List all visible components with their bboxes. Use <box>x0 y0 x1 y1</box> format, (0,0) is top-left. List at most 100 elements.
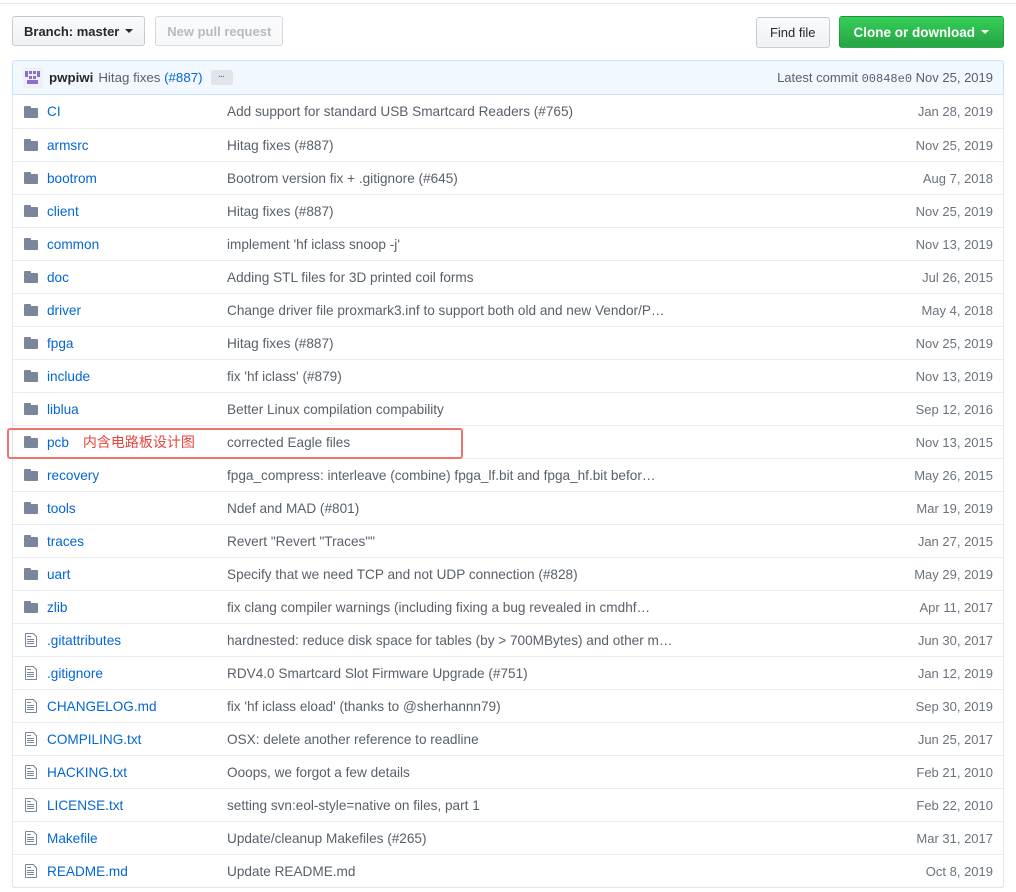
commit-message-cell[interactable]: Better Linux compilation compability <box>227 402 853 417</box>
file-name-link[interactable]: include <box>47 369 90 384</box>
commit-message-cell[interactable]: implement 'hf iclass snoop -j' <box>227 237 853 252</box>
find-file-label: Find file <box>769 24 816 40</box>
commit-message-cell[interactable]: Revert "Revert "Traces"" <box>227 534 853 549</box>
commit-date-cell: Nov 25, 2019 <box>915 335 993 351</box>
commit-message-cell[interactable]: fix 'hf iclass eload' (thanks to @sherha… <box>227 699 853 714</box>
file-name-cell: tools <box>47 501 227 516</box>
file-name-cell: .gitattributes <box>47 633 227 648</box>
commit-sha[interactable]: 00848e0 <box>862 72 912 86</box>
folder-icon <box>23 467 47 483</box>
commit-message-pr-link[interactable]: (#887) <box>164 70 202 85</box>
folder-icon <box>23 368 47 384</box>
file-name-link[interactable]: tools <box>47 501 76 516</box>
file-name-link[interactable]: driver <box>47 303 81 318</box>
file-name-cell: client <box>47 204 227 219</box>
latest-commit-label: Latest commit <box>777 69 858 85</box>
commit-message-cell[interactable]: setting svn:eol-style=native on files, p… <box>227 798 853 813</box>
commit-date-cell: May 29, 2019 <box>914 566 993 582</box>
table-row: CI Add support for standard USB Smartcard… <box>13 95 1003 128</box>
file-name-link[interactable]: client <box>47 204 79 219</box>
find-file-button[interactable]: Find file <box>755 16 830 48</box>
commit-date-cell: Nov 25, 2019 <box>915 203 993 219</box>
table-row: tools Ndef and MAD (#801) Mar 19, 2019 <box>13 491 1003 524</box>
file-name-link[interactable]: common <box>47 237 99 252</box>
commit-meta: Latest commit 00848e0 Nov 25, 2019 <box>777 70 993 86</box>
commit-message-cell[interactable]: fix 'hf iclass' (#879) <box>227 369 853 384</box>
file-name-link[interactable]: LICENSE.txt <box>47 798 123 813</box>
commit-author[interactable]: pwpiwi <box>49 70 93 85</box>
file-name-link[interactable]: HACKING.txt <box>47 765 127 780</box>
commit-message-cell[interactable]: RDV4.0 Smartcard Slot Firmware Upgrade (… <box>227 666 853 681</box>
branch-selector-button[interactable]: Branch: master <box>12 16 146 46</box>
file-name-link[interactable]: bootrom <box>47 171 97 186</box>
commit-date-cell: Nov 13, 2019 <box>915 236 993 252</box>
commit-message-cell[interactable]: OSX: delete another reference to readlin… <box>227 732 853 747</box>
commit-message-cell[interactable]: Ndef and MAD (#801) <box>227 501 853 516</box>
file-name-link[interactable]: armsrc <box>47 138 89 153</box>
file-icon <box>23 764 47 780</box>
commit-message-cell[interactable]: Update README.md <box>227 864 853 879</box>
file-name-link[interactable]: CHANGELOG.md <box>47 699 157 714</box>
file-name-link[interactable]: .gitattributes <box>47 633 121 648</box>
file-name-link[interactable]: fpga <box>47 336 73 351</box>
commit-date-cell: Jun 30, 2017 <box>917 632 993 648</box>
toolbar-right-group: Find file Clone or download <box>755 16 1004 48</box>
commit-date-cell: Jun 25, 2017 <box>917 731 993 747</box>
file-name-cell: zlib <box>47 600 227 615</box>
table-row: liblua Better Linux compilation compabili… <box>13 392 1003 425</box>
file-name-link[interactable]: liblua <box>47 402 79 417</box>
file-name-link[interactable]: doc <box>47 270 69 285</box>
avatar[interactable] <box>23 67 43 88</box>
folder-icon <box>23 500 47 516</box>
file-name-link[interactable]: README.md <box>47 864 128 879</box>
new-pull-request-button[interactable]: New pull request <box>155 16 284 46</box>
commit-message-cell[interactable]: Hitag fixes (#887) <box>227 138 853 153</box>
commit-message-cell[interactable]: Ooops, we forgot a few details <box>227 765 853 780</box>
table-row: common implement 'hf iclass snoop -j' Nov … <box>13 227 1003 260</box>
clone-or-download-button[interactable]: Clone or download <box>838 16 1004 48</box>
commit-message-cell[interactable]: Adding STL files for 3D printed coil for… <box>227 270 853 285</box>
commit-message-cell[interactable]: Hitag fixes (#887) <box>227 204 853 219</box>
folder-icon <box>23 269 47 285</box>
commit-message-cell[interactable]: Hitag fixes (#887) <box>227 336 853 351</box>
commit-message-cell[interactable]: Update/cleanup Makefiles (#265) <box>227 831 853 846</box>
file-name-link[interactable]: traces <box>47 534 84 549</box>
commit-message-cell[interactable]: Add support for standard USB Smartcard R… <box>227 104 853 119</box>
file-name-link[interactable]: CI <box>47 104 61 119</box>
commit-message-cell[interactable]: corrected Eagle files <box>227 435 853 450</box>
table-row: uart Specify that we need TCP and not UDP… <box>13 557 1003 590</box>
table-row: Makefile Update/cleanup Makefiles (#265) M… <box>13 821 1003 854</box>
table-row: client Hitag fixes (#887) Nov 25, 2019 <box>13 194 1003 227</box>
commit-date-cell: Nov 13, 2019 <box>915 368 993 384</box>
file-name-cell: LICENSE.txt <box>47 798 227 813</box>
commit-date-cell: May 4, 2018 <box>921 302 993 318</box>
new-pull-request-label: New pull request <box>167 23 272 39</box>
table-row: COMPILING.txt OSX: delete another referen… <box>13 722 1003 755</box>
latest-commit-bar: pwpiwi Hitag fixes (#887) … Latest commi… <box>12 60 1004 94</box>
file-name-link[interactable]: recovery <box>47 468 99 483</box>
file-name-link[interactable]: uart <box>47 567 70 582</box>
file-list: CI Add support for standard USB Smartcard… <box>12 94 1004 888</box>
folder-icon <box>23 566 47 582</box>
chevron-down-icon <box>981 30 989 34</box>
commit-expand-button[interactable]: … <box>210 70 233 85</box>
branch-selector-label: Branch: master <box>24 23 120 39</box>
commit-message-cell[interactable]: fix clang compiler warnings (including f… <box>227 600 853 615</box>
table-row: pcb 内含电路板设计图 corrected Eagle files Nov 13, … <box>13 425 1003 458</box>
file-name-cell: README.md <box>47 864 227 879</box>
file-name-link[interactable]: zlib <box>47 600 67 615</box>
file-name-link[interactable]: .gitignore <box>47 666 103 681</box>
folder-icon <box>23 335 47 351</box>
file-name-link[interactable]: Makefile <box>47 831 98 846</box>
table-row: zlib fix clang compiler warnings (includi… <box>13 590 1003 623</box>
commit-date-cell: Apr 11, 2017 <box>919 599 993 615</box>
file-name-link[interactable]: COMPILING.txt <box>47 732 141 747</box>
commit-message-cell[interactable]: Specify that we need TCP and not UDP con… <box>227 567 853 582</box>
commit-message-cell[interactable]: fpga_compress: interleave (combine) fpga… <box>227 468 853 483</box>
commit-message-cell[interactable]: Bootrom version fix + .gitignore (#645) <box>227 171 853 186</box>
commit-message-cell[interactable]: hardnested: reduce disk space for tables… <box>227 633 853 648</box>
folder-icon <box>23 434 47 450</box>
file-name-link[interactable]: pcb <box>47 435 69 450</box>
commit-message-cell[interactable]: Change driver file proxmark3.inf to supp… <box>227 303 853 318</box>
chevron-down-icon <box>125 29 134 33</box>
